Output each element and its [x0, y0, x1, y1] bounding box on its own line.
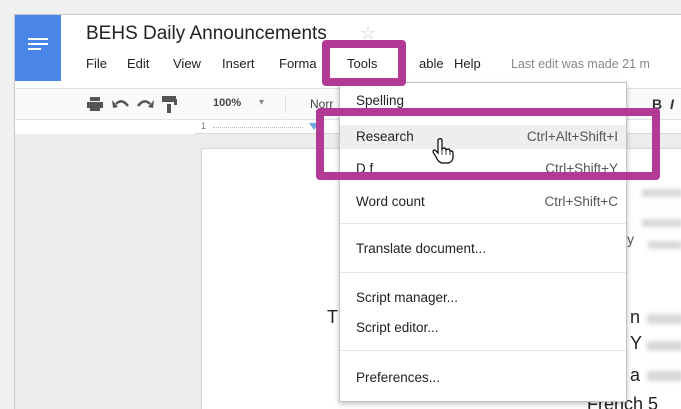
- italic-button[interactable]: I: [670, 96, 674, 112]
- last-edit-status[interactable]: Last edit was made 21 m: [511, 57, 650, 71]
- menu-separator: [340, 350, 626, 351]
- menu-item-shortcut: Ctrl+Shift+C: [544, 194, 618, 209]
- bold-button[interactable]: B: [652, 96, 662, 112]
- page-text-fragment: y: [627, 231, 634, 247]
- style-select[interactable]: Norr: [310, 97, 333, 111]
- menu-item-label: Spelling: [356, 93, 405, 108]
- paint-format-icon[interactable]: [162, 96, 178, 113]
- star-icon[interactable]: ☆: [360, 23, 376, 44]
- menu-item-label: Script manager...: [356, 290, 459, 305]
- page-text-left: T: [327, 307, 338, 327]
- menu-item-preferences[interactable]: Preferences...: [340, 366, 626, 390]
- page-text-right-3: a: [630, 365, 641, 385]
- menu-item-research[interactable]: Research Ctrl+Alt+Shift+I: [340, 125, 626, 149]
- docs-logo-icon[interactable]: [15, 15, 61, 81]
- zoom-select[interactable]: 100%: [213, 97, 241, 109]
- menu-item-label: D f: [356, 161, 374, 176]
- menu-item-spelling[interactable]: Spelling: [340, 89, 626, 113]
- menu-view[interactable]: View: [173, 56, 201, 71]
- menu-item-label: Script editor...: [356, 320, 439, 335]
- zoom-dropdown-icon[interactable]: ▾: [259, 97, 264, 108]
- blurred-text: [647, 341, 681, 351]
- menu-separator: [340, 223, 626, 224]
- undo-icon[interactable]: [112, 98, 130, 110]
- menu-table[interactable]: able: [419, 56, 444, 71]
- menu-item-script-editor[interactable]: Script editor...: [340, 316, 626, 340]
- menu-item-label: Preferences...: [356, 370, 441, 385]
- page-text-right-2: Y: [630, 333, 643, 353]
- ruler-mark: 1: [201, 121, 207, 131]
- menu-item-word-count[interactable]: Word count Ctrl+Shift+C: [340, 190, 626, 214]
- menu-format[interactable]: Forma: [279, 56, 317, 71]
- menu-item-define[interactable]: D f Ctrl+Shift+Y: [340, 157, 626, 181]
- indent-marker-icon[interactable]: [309, 123, 319, 133]
- tools-menu-dropdown: Spelling Research Ctrl+Alt+Shift+I D f C…: [339, 82, 627, 402]
- menu-edit[interactable]: Edit: [127, 56, 149, 71]
- menu-item-script-manager[interactable]: Script manager...: [340, 286, 626, 310]
- menu-item-label: Translate document...: [356, 241, 487, 256]
- blurred-text: [648, 241, 681, 249]
- menu-item-label: Word count: [356, 194, 425, 209]
- page-text-right-1: n: [630, 307, 641, 327]
- hand-cursor-icon: [432, 138, 454, 164]
- blurred-text: [647, 314, 681, 324]
- blurred-text: [642, 219, 681, 227]
- menu-item-translate-document[interactable]: Translate document...: [340, 237, 626, 261]
- blurred-text: [647, 371, 681, 381]
- menu-help[interactable]: Help: [454, 56, 481, 71]
- menu-insert[interactable]: Insert: [222, 56, 255, 71]
- print-icon[interactable]: [87, 97, 103, 111]
- menu-item-label: Research: [356, 129, 414, 144]
- menu-item-shortcut: Ctrl+Alt+Shift+I: [526, 129, 618, 144]
- blurred-text: [642, 189, 681, 197]
- redo-icon[interactable]: [136, 98, 154, 110]
- menu-file[interactable]: File: [86, 56, 107, 71]
- document-title[interactable]: BEHS Daily Announcements: [86, 23, 327, 45]
- menu-item-shortcut: Ctrl+Shift+Y: [545, 161, 618, 176]
- menu-tools[interactable]: Tools: [347, 56, 377, 71]
- menu-separator: [340, 272, 626, 273]
